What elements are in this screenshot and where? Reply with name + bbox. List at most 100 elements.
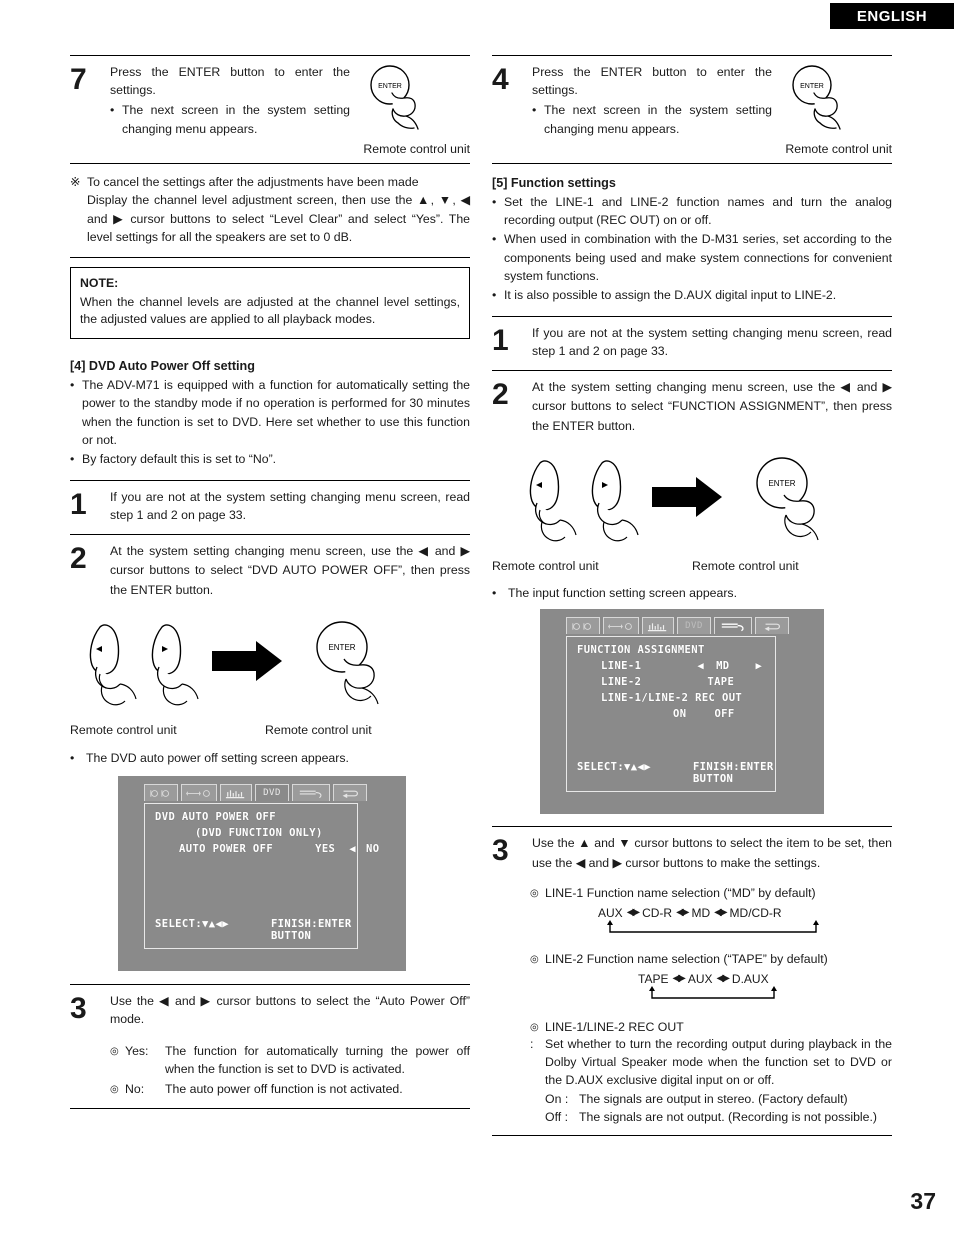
osd-tab-level-meter[interactable]	[642, 617, 674, 635]
recout-option-text: The signals are not output. (Recording i…	[579, 1110, 878, 1125]
line1-heading: LINE-1 Function name selection (“MD” by …	[545, 885, 816, 900]
step-3: 3 Use the ▲ and ▼ cursor buttons to sele…	[492, 827, 892, 875]
remote-control-label: Remote control unit	[363, 142, 470, 156]
osd-row-line1-value[interactable]: MD	[704, 660, 729, 672]
line2-selection-chain: TAPE ◀▶ AUX ◀▶ D.AUX	[492, 972, 892, 1006]
osd-tab-dvd[interactable]: DVD	[677, 617, 711, 635]
osd-option-no[interactable]: NO	[356, 843, 379, 855]
osd-screen-function-assignment: DVD FUNCTION ASSIGNMENT LINE-1 ◀ MD ▶ LINE-…	[540, 609, 824, 815]
reference-mark: ※	[70, 175, 81, 189]
osd-tab-connector[interactable]	[714, 617, 752, 635]
step-2: 2 At the system setting changing menu sc…	[70, 535, 470, 606]
osd-row-recout-label: LINE-1/LINE-2 REC OUT	[601, 692, 743, 705]
svg-text:ENTER: ENTER	[378, 83, 402, 90]
osd-tab-return[interactable]	[333, 784, 367, 802]
bullet-dot: •	[532, 103, 537, 118]
step-instruction: At the system setting changing menu scre…	[110, 543, 470, 598]
circle-bullet-icon: ◎	[530, 1021, 539, 1033]
manual-page: ENGLISH 7 Press the ENTER button to ente…	[0, 0, 954, 1237]
step-instruction: Use the ▲ and ▼ cursor buttons to select…	[532, 836, 892, 870]
osd-row-line2-value[interactable]: TAPE	[641, 676, 734, 688]
osd-tab-connector[interactable]	[292, 784, 330, 802]
step-number: 4	[492, 63, 509, 96]
osd-tab-bar: DVD	[566, 617, 789, 635]
note-text: When the channel levels are adjusted at …	[80, 294, 460, 327]
note-box: NOTE: When the channel levels are adjust…	[70, 266, 470, 340]
bullet-dot: •	[492, 195, 497, 209]
step-sub-note: The next screen in the system setting ch…	[544, 103, 772, 136]
step-sub-note: The next screen in the system setting ch…	[122, 103, 350, 136]
osd-cursor-left-icon: ◀	[349, 843, 357, 856]
cancel-note-title: To cancel the settings after the adjustm…	[87, 175, 419, 189]
step-instruction: Use the ◀ and ▶ cursor buttons to select…	[110, 994, 470, 1027]
circle-bullet-icon: ◎	[530, 887, 539, 899]
osd-footer: SELECT:▼▲◀▶ FINISH:ENTER BUTTON	[155, 918, 351, 942]
osd-subtitle: (DVD FUNCTION ONLY)	[195, 827, 323, 840]
osd-row-line1-label: LINE-1	[601, 660, 642, 673]
line2-heading: LINE-2 Function name selection (“TAPE” b…	[545, 951, 828, 966]
osd-tab-speaker-pair[interactable]	[566, 617, 600, 635]
divider	[492, 1134, 892, 1136]
recout-option-text: The signals are output in stereo. (Facto…	[579, 1092, 848, 1107]
section-heading: [4] DVD Auto Power Off setting	[70, 359, 255, 374]
step-3-options: ◎ Yes: The function for automatically tu…	[70, 1042, 470, 1098]
colon-marker: :	[530, 1036, 534, 1051]
osd-tab-label: DVD	[685, 621, 703, 632]
chain-item: D.AUX	[731, 971, 769, 986]
step-number: 7	[70, 63, 87, 96]
recout-option-label: On :	[545, 1092, 569, 1107]
step-4: 4 Press the ENTER button to enter the se…	[492, 56, 892, 150]
step-result-note: The DVD auto power off setting screen ap…	[86, 751, 349, 766]
osd-tab-speaker-distance[interactable]	[181, 784, 217, 802]
step-7: 7 Press the ENTER button to enter the se…	[70, 56, 470, 150]
svg-text:ENTER: ENTER	[328, 643, 355, 652]
double-arrow-icon: ◀▶	[714, 907, 727, 919]
osd-option-yes[interactable]: YES	[273, 843, 335, 855]
divider	[70, 256, 470, 258]
step-1: 1 If you are not at the system setting c…	[70, 481, 470, 533]
section-heading: [5] Function settings	[492, 176, 616, 190]
osd-recout-off[interactable]: OFF	[686, 708, 734, 720]
cursor-enter-illustration: ENTER	[492, 455, 892, 565]
osd-screen-dvd-auto-power-off: DVD DVD AUTO POWER OFF (DVD FUNCTION ONL…	[118, 776, 406, 972]
osd-tab-return[interactable]	[755, 617, 789, 635]
circle-bullet-icon: ◎	[530, 953, 539, 965]
bullet-text: The ADV-M71 is equipped with a function …	[82, 378, 470, 447]
osd-tab-dvd[interactable]: DVD	[255, 784, 289, 802]
arrow-right-icon	[652, 477, 722, 518]
osd-text-block: FUNCTION ASSIGNMENT LINE-1 ◀ MD ▶ LINE-2 TAP…	[577, 643, 769, 723]
osd-cursor-right-icon: ▶	[755, 660, 763, 673]
svg-text:ENTER: ENTER	[768, 479, 795, 488]
remote-control-label: Remote control unit	[785, 142, 892, 156]
circle-bullet-icon: ◎	[110, 1083, 119, 1095]
osd-tab-speaker-pair[interactable]	[144, 784, 178, 802]
language-banner: ENGLISH	[830, 3, 954, 29]
option-text: The function for automatically turning t…	[165, 1043, 470, 1077]
divider	[70, 1107, 470, 1109]
osd-content-panel: FUNCTION ASSIGNMENT LINE-1 ◀ MD ▶ LINE-2 TAP…	[566, 636, 776, 793]
bullet-dot: •	[70, 451, 75, 466]
bullet-dot: •	[110, 103, 115, 118]
recout-heading: LINE-1/LINE-2 REC OUT	[545, 1019, 684, 1034]
double-arrow-icon: ◀▶	[716, 973, 730, 985]
step-number: 2	[70, 541, 87, 575]
chain-item: MD/CD-R	[729, 905, 782, 920]
right-column: 4 Press the ENTER button to enter the se…	[492, 55, 892, 1136]
osd-footer-select: SELECT:▼▲◀▶	[577, 761, 651, 774]
step-number: 2	[492, 377, 509, 411]
osd-cursor-left-icon: ◀	[697, 660, 705, 673]
osd-tab-speaker-distance[interactable]	[603, 617, 639, 635]
step-3: 3 Use the ◀ and ▶ cursor buttons to sele…	[70, 985, 470, 1030]
enter-button-illustration: ENTER	[772, 63, 882, 141]
osd-footer-finish: FINISH:ENTER BUTTON	[270, 918, 352, 943]
step-result-note: The input function setting screen appear…	[508, 586, 737, 601]
double-arrow-icon: ◀▶	[626, 907, 640, 919]
osd-recout-on[interactable]: ON	[577, 708, 686, 720]
left-column: 7 Press the ENTER button to enter the se…	[70, 55, 470, 1109]
chain-item: TAPE	[638, 971, 669, 986]
step-number: 3	[70, 992, 87, 1026]
double-arrow-icon: ◀▶	[676, 907, 689, 919]
chain-loop-line	[649, 985, 777, 999]
option-label: No:	[125, 1081, 145, 1096]
osd-tab-level-meter[interactable]	[220, 784, 252, 802]
